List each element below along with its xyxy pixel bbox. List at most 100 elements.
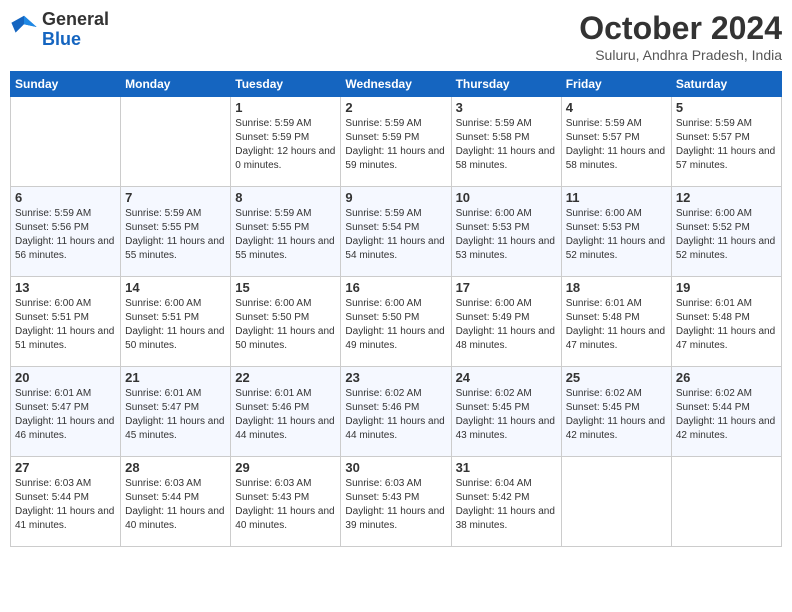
day-number: 6 — [15, 190, 116, 205]
day-number: 28 — [125, 460, 226, 475]
day-info: Sunrise: 6:00 AM Sunset: 5:53 PM Dayligh… — [566, 207, 667, 263]
logo-text: General Blue — [42, 10, 109, 50]
calendar-cell: 4Sunrise: 5:59 AM Sunset: 5:57 PM Daylig… — [561, 97, 671, 187]
day-info: Sunrise: 5:59 AM Sunset: 5:54 PM Dayligh… — [345, 207, 446, 263]
day-number: 14 — [125, 280, 226, 295]
weekday-header-row: SundayMondayTuesdayWednesdayThursdayFrid… — [11, 72, 782, 97]
day-number: 29 — [235, 460, 336, 475]
month-title: October 2024 — [579, 10, 782, 47]
day-number: 26 — [676, 370, 777, 385]
day-number: 21 — [125, 370, 226, 385]
day-number: 19 — [676, 280, 777, 295]
day-number: 17 — [456, 280, 557, 295]
day-info: Sunrise: 6:03 AM Sunset: 5:43 PM Dayligh… — [345, 477, 446, 533]
day-info: Sunrise: 6:00 AM Sunset: 5:51 PM Dayligh… — [125, 297, 226, 353]
day-info: Sunrise: 6:03 AM Sunset: 5:44 PM Dayligh… — [15, 477, 116, 533]
calendar-cell: 29Sunrise: 6:03 AM Sunset: 5:43 PM Dayli… — [231, 457, 341, 547]
day-info: Sunrise: 6:00 AM Sunset: 5:52 PM Dayligh… — [676, 207, 777, 263]
day-number: 10 — [456, 190, 557, 205]
logo: General Blue — [10, 10, 109, 50]
day-number: 25 — [566, 370, 667, 385]
day-info: Sunrise: 6:02 AM Sunset: 5:44 PM Dayligh… — [676, 387, 777, 443]
day-info: Sunrise: 6:01 AM Sunset: 5:46 PM Dayligh… — [235, 387, 336, 443]
day-number: 24 — [456, 370, 557, 385]
calendar-cell: 5 Sunrise: 5:59 AM Sunset: 5:57 PM Daylig… — [671, 97, 781, 187]
calendar-cell: 26 Sunrise: 6:02 AM Sunset: 5:44 PM Dayli… — [671, 367, 781, 457]
day-info: Sunrise: 5:59 AM Sunset: 5:56 PM Dayligh… — [15, 207, 116, 263]
day-info: Sunrise: 6:01 AM Sunset: 5:47 PM Dayligh… — [125, 387, 226, 443]
calendar-cell: 24 Sunrise: 6:02 AM Sunset: 5:45 PM Dayli… — [451, 367, 561, 457]
day-info: Sunrise: 6:02 AM Sunset: 5:45 PM Dayligh… — [566, 387, 667, 443]
calendar-cell: 17 Sunrise: 6:00 AM Sunset: 5:49 PM Dayli… — [451, 277, 561, 367]
day-number: 8 — [235, 190, 336, 205]
day-number: 27 — [15, 460, 116, 475]
day-info: Sunrise: 6:04 AM Sunset: 5:42 PM Dayligh… — [456, 477, 557, 533]
location-subtitle: Suluru, Andhra Pradesh, India — [579, 47, 782, 63]
day-number: 13 — [15, 280, 116, 295]
day-info: Sunrise: 5:59 AM Sunset: 5:59 PM Dayligh… — [235, 117, 336, 173]
day-info: Sunrise: 6:01 AM Sunset: 5:47 PM Dayligh… — [15, 387, 116, 443]
day-info: Sunrise: 6:01 AM Sunset: 5:48 PM Dayligh… — [566, 297, 667, 353]
day-info: Sunrise: 6:01 AM Sunset: 5:48 PM Dayligh… — [676, 297, 777, 353]
weekday-header: Thursday — [451, 72, 561, 97]
day-number: 20 — [15, 370, 116, 385]
day-info: Sunrise: 5:59 AM Sunset: 5:59 PM Dayligh… — [345, 117, 446, 173]
day-number: 4 — [566, 100, 667, 115]
weekday-header: Saturday — [671, 72, 781, 97]
day-info: Sunrise: 5:59 AM Sunset: 5:57 PM Dayligh… — [676, 117, 777, 173]
day-number: 16 — [345, 280, 446, 295]
day-info: Sunrise: 6:02 AM Sunset: 5:45 PM Dayligh… — [456, 387, 557, 443]
calendar-week-row: 20 Sunrise: 6:01 AM Sunset: 5:47 PM Dayli… — [11, 367, 782, 457]
day-info: Sunrise: 6:00 AM Sunset: 5:50 PM Dayligh… — [235, 297, 336, 353]
day-number: 12 — [676, 190, 777, 205]
calendar-cell — [671, 457, 781, 547]
logo-icon — [10, 13, 38, 46]
calendar-cell: 6 Sunrise: 5:59 AM Sunset: 5:56 PM Daylig… — [11, 187, 121, 277]
calendar-cell: 23Sunrise: 6:02 AM Sunset: 5:46 PM Dayli… — [341, 367, 451, 457]
calendar-cell: 21 Sunrise: 6:01 AM Sunset: 5:47 PM Dayli… — [121, 367, 231, 457]
calendar-cell — [121, 97, 231, 187]
calendar-cell: 8 Sunrise: 5:59 AM Sunset: 5:55 PM Daylig… — [231, 187, 341, 277]
calendar-week-row: 13 Sunrise: 6:00 AM Sunset: 5:51 PM Dayli… — [11, 277, 782, 367]
page-header: General Blue October 2024 Suluru, Andhra… — [10, 10, 782, 63]
calendar-cell: 12 Sunrise: 6:00 AM Sunset: 5:52 PM Dayli… — [671, 187, 781, 277]
weekday-header: Sunday — [11, 72, 121, 97]
calendar-week-row: 1 Sunrise: 5:59 AM Sunset: 5:59 PM Daylig… — [11, 97, 782, 187]
calendar-cell: 7 Sunrise: 5:59 AM Sunset: 5:55 PM Daylig… — [121, 187, 231, 277]
day-info: Sunrise: 6:00 AM Sunset: 5:49 PM Dayligh… — [456, 297, 557, 353]
calendar-cell: 14 Sunrise: 6:00 AM Sunset: 5:51 PM Dayli… — [121, 277, 231, 367]
day-number: 1 — [235, 100, 336, 115]
calendar-cell: 3Sunrise: 5:59 AM Sunset: 5:58 PM Daylig… — [451, 97, 561, 187]
day-info: Sunrise: 5:59 AM Sunset: 5:55 PM Dayligh… — [235, 207, 336, 263]
day-number: 7 — [125, 190, 226, 205]
calendar-table: SundayMondayTuesdayWednesdayThursdayFrid… — [10, 71, 782, 547]
calendar-cell — [561, 457, 671, 547]
day-info: Sunrise: 5:59 AM Sunset: 5:55 PM Dayligh… — [125, 207, 226, 263]
weekday-header: Monday — [121, 72, 231, 97]
title-block: October 2024 Suluru, Andhra Pradesh, Ind… — [579, 10, 782, 63]
day-number: 5 — [676, 100, 777, 115]
day-number: 30 — [345, 460, 446, 475]
calendar-cell: 22Sunrise: 6:01 AM Sunset: 5:46 PM Dayli… — [231, 367, 341, 457]
day-number: 9 — [345, 190, 446, 205]
day-info: Sunrise: 6:00 AM Sunset: 5:50 PM Dayligh… — [345, 297, 446, 353]
calendar-cell: 31 Sunrise: 6:04 AM Sunset: 5:42 PM Dayli… — [451, 457, 561, 547]
day-info: Sunrise: 6:03 AM Sunset: 5:44 PM Dayligh… — [125, 477, 226, 533]
day-info: Sunrise: 6:02 AM Sunset: 5:46 PM Dayligh… — [345, 387, 446, 443]
calendar-week-row: 6 Sunrise: 5:59 AM Sunset: 5:56 PM Daylig… — [11, 187, 782, 277]
calendar-cell: 1 Sunrise: 5:59 AM Sunset: 5:59 PM Daylig… — [231, 97, 341, 187]
calendar-cell: 19 Sunrise: 6:01 AM Sunset: 5:48 PM Dayli… — [671, 277, 781, 367]
day-number: 11 — [566, 190, 667, 205]
calendar-cell — [11, 97, 121, 187]
day-number: 18 — [566, 280, 667, 295]
calendar-cell: 18 Sunrise: 6:01 AM Sunset: 5:48 PM Dayli… — [561, 277, 671, 367]
calendar-week-row: 27 Sunrise: 6:03 AM Sunset: 5:44 PM Dayli… — [11, 457, 782, 547]
day-number: 3 — [456, 100, 557, 115]
weekday-header: Friday — [561, 72, 671, 97]
day-number: 15 — [235, 280, 336, 295]
weekday-header: Wednesday — [341, 72, 451, 97]
calendar-cell: 30 Sunrise: 6:03 AM Sunset: 5:43 PM Dayli… — [341, 457, 451, 547]
calendar-cell: 10Sunrise: 6:00 AM Sunset: 5:53 PM Dayli… — [451, 187, 561, 277]
day-number: 31 — [456, 460, 557, 475]
calendar-cell: 25 Sunrise: 6:02 AM Sunset: 5:45 PM Dayli… — [561, 367, 671, 457]
